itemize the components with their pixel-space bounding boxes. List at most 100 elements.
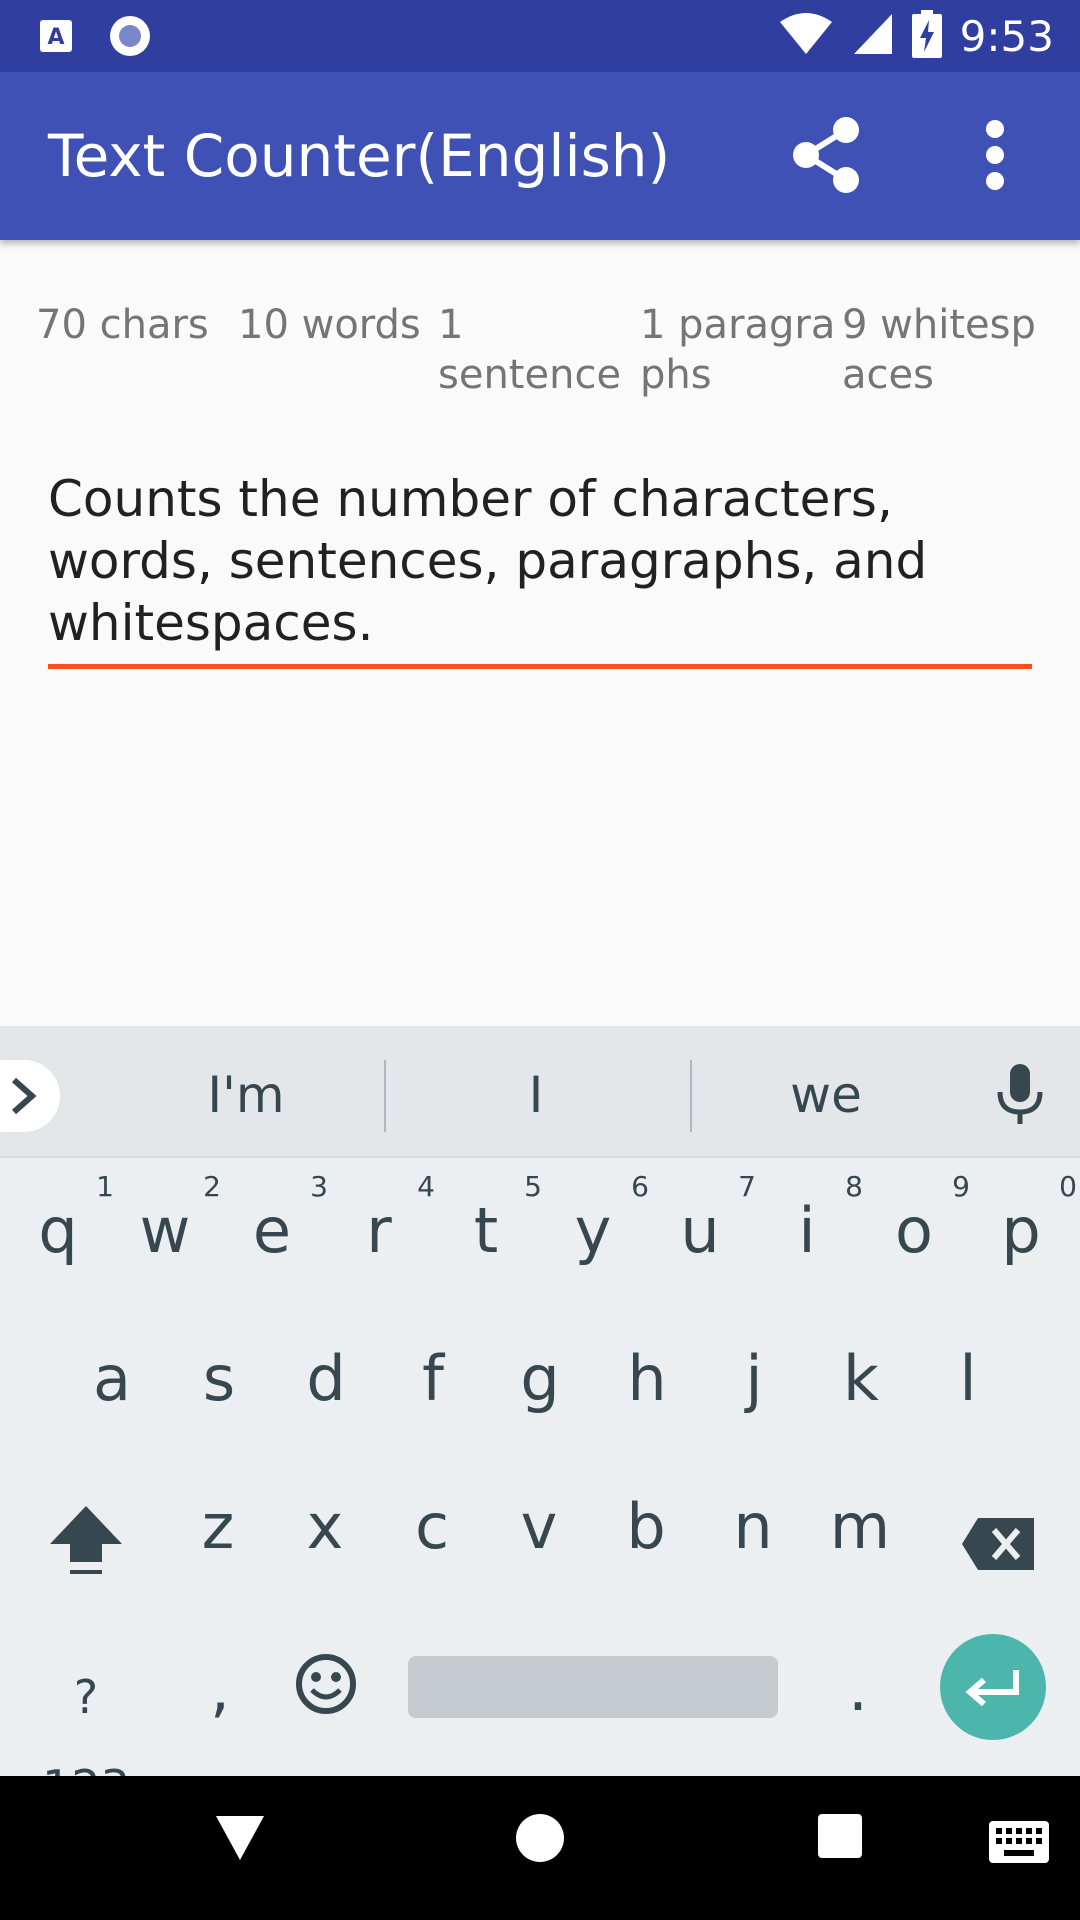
key-f[interactable]: f [383, 1334, 483, 1434]
app-bar: Text Counter(English) [0, 72, 1080, 240]
key-hint: 3 [310, 1170, 328, 1203]
key-hint: 1 [96, 1170, 114, 1203]
key-hint: 6 [631, 1170, 649, 1203]
expand-suggestions-button[interactable] [0, 1060, 60, 1132]
key-hint: 0 [1059, 1170, 1077, 1203]
shift-key[interactable] [36, 1500, 136, 1600]
key-x[interactable]: x [275, 1482, 375, 1582]
status-bar: A 9:53 [0, 0, 1080, 72]
shift-icon [50, 1506, 122, 1574]
whitespace-count: 9 whitespaces [842, 302, 1036, 398]
key-t[interactable]: t5 [436, 1172, 542, 1286]
key-i[interactable]: i8 [757, 1172, 863, 1286]
navigation-bar [0, 1776, 1080, 1920]
home-button[interactable] [514, 1812, 566, 1869]
key-label: u [680, 1194, 720, 1267]
key-q[interactable]: q1 [8, 1172, 114, 1286]
input-underline [48, 664, 1032, 669]
signal-icon [852, 12, 894, 61]
share-icon [793, 117, 859, 193]
backspace-icon [962, 1518, 1034, 1570]
period-key[interactable]: . [808, 1644, 908, 1744]
font-accessibility-icon: A [38, 18, 74, 59]
recents-button[interactable] [816, 1812, 864, 1865]
clock-time: 9:53 [959, 11, 1054, 61]
key-hint: 5 [524, 1170, 542, 1203]
stats-row: 70 chars 10 words 1 sentence 1 paragraph… [0, 300, 1080, 410]
enter-icon [965, 1670, 1019, 1707]
comma-key[interactable]: , [170, 1644, 270, 1744]
text-input[interactable]: Counts the number of characters, words, … [48, 468, 1032, 668]
symbols-key[interactable]: ?123 [36, 1652, 136, 1814]
key-a[interactable]: a [62, 1334, 162, 1434]
backspace-key[interactable] [948, 1506, 1048, 1606]
key-label: t [473, 1194, 499, 1267]
keyboard-switcher-button[interactable] [988, 1820, 1050, 1869]
app-title: Text Counter(English) [48, 122, 671, 190]
key-p[interactable]: p0 [971, 1172, 1077, 1286]
suggestion-strip: I'm I we [0, 1026, 1080, 1158]
key-d[interactable]: d [276, 1334, 376, 1434]
key-r[interactable]: r4 [329, 1172, 435, 1286]
key-label: r [366, 1194, 392, 1267]
keyboard: I'm I we ?123 , . q1w2e3r4t5y6u7i8o9p0as… [0, 1026, 1080, 1814]
chevron-right-icon [12, 1077, 37, 1115]
key-l[interactable]: l [918, 1334, 1018, 1434]
enter-key[interactable] [940, 1634, 1046, 1740]
key-label: q [38, 1194, 78, 1267]
emoji-icon [296, 1654, 356, 1714]
key-label: i [798, 1194, 816, 1267]
space-bar[interactable] [408, 1656, 778, 1718]
key-w[interactable]: w2 [115, 1172, 221, 1286]
back-button[interactable] [214, 1812, 266, 1869]
key-hint: 4 [417, 1170, 435, 1203]
home-icon [516, 1814, 564, 1862]
key-e[interactable]: e3 [222, 1172, 328, 1286]
battery-charging-icon [911, 10, 942, 63]
microphone-icon [997, 1064, 1043, 1124]
voice-input-button[interactable] [994, 1062, 1046, 1131]
char-count: 70 chars [36, 302, 209, 348]
sentence-count: 1 sentence [438, 302, 622, 398]
key-j[interactable]: j [704, 1334, 804, 1434]
suggestion-3[interactable]: we [706, 1066, 946, 1124]
key-z[interactable]: z [168, 1482, 268, 1582]
key-hint: 8 [845, 1170, 863, 1203]
share-button[interactable] [786, 112, 872, 198]
key-b[interactable]: b [596, 1482, 696, 1582]
key-y[interactable]: y6 [543, 1172, 649, 1286]
keyboard-icon [989, 1821, 1049, 1863]
record-icon [108, 14, 152, 63]
key-u[interactable]: u7 [650, 1172, 756, 1286]
key-label: e [252, 1194, 292, 1267]
key-v[interactable]: v [489, 1482, 589, 1582]
word-count: 10 words [238, 302, 421, 348]
key-hint: 9 [952, 1170, 970, 1203]
key-k[interactable]: k [811, 1334, 911, 1434]
key-n[interactable]: n [703, 1482, 803, 1582]
emoji-key[interactable] [276, 1650, 376, 1750]
paragraph-count: 1 paragraphs [640, 302, 836, 398]
more-options-button[interactable] [970, 112, 1020, 198]
key-c[interactable]: c [382, 1482, 482, 1582]
more-vert-icon [986, 120, 1004, 190]
key-h[interactable]: h [597, 1334, 697, 1434]
recents-icon [818, 1814, 862, 1858]
suggestion-1[interactable]: I'm [126, 1066, 366, 1124]
key-label: p [1001, 1194, 1041, 1267]
key-m[interactable]: m [810, 1482, 910, 1582]
key-label: y [574, 1194, 612, 1267]
suggestion-divider [384, 1060, 386, 1132]
suggestion-2[interactable]: I [416, 1066, 656, 1124]
key-hint: 7 [738, 1170, 756, 1203]
suggestion-divider [690, 1060, 692, 1132]
svg-text:A: A [47, 25, 64, 50]
key-g[interactable]: g [490, 1334, 590, 1434]
back-icon [216, 1816, 264, 1860]
key-label: w [139, 1194, 191, 1267]
key-label: o [895, 1194, 933, 1267]
key-s[interactable]: s [169, 1334, 269, 1434]
wifi-icon [778, 12, 834, 61]
key-hint: 2 [203, 1170, 221, 1203]
key-o[interactable]: o9 [864, 1172, 970, 1286]
